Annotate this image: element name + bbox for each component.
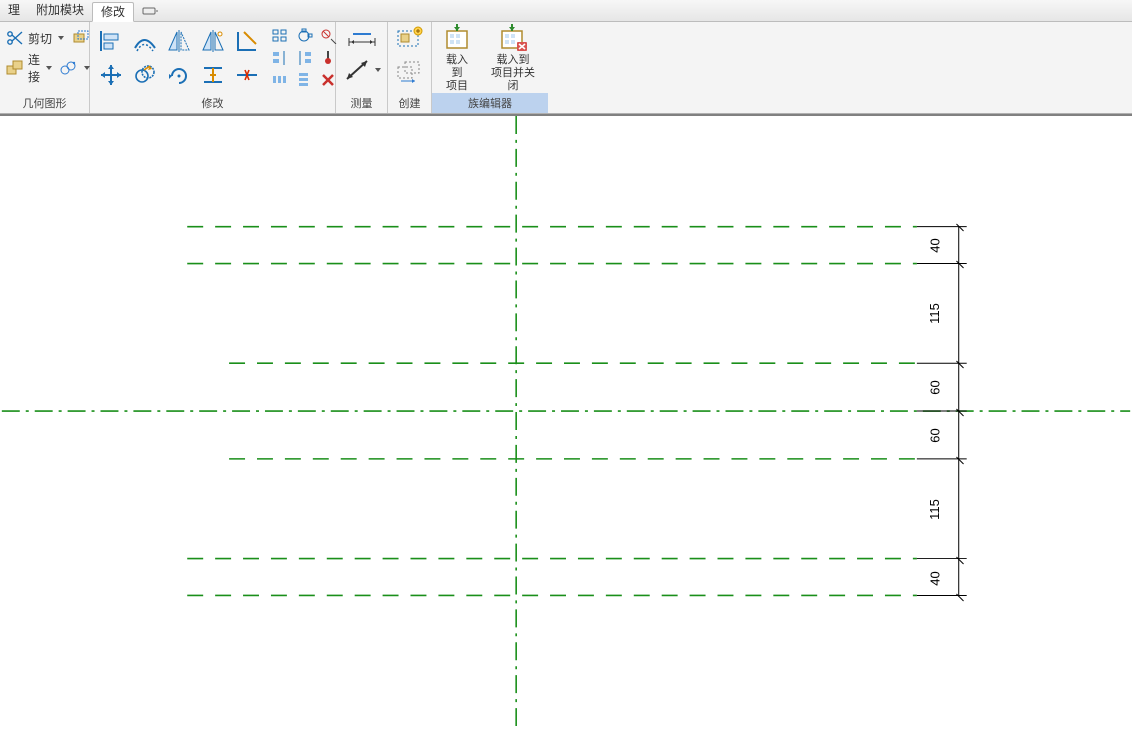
create-similar-tool[interactable] [395,59,425,88]
trim-single-tool[interactable] [198,60,228,90]
chevron-down-icon [46,66,52,70]
cut-label: 剪切 [28,30,52,47]
align-left-tool[interactable] [270,48,292,68]
panel-measure-title: 测量 [336,93,387,113]
dim-40-bottom[interactable]: 40 [928,571,943,585]
tab-addins[interactable]: 附加模块 [28,1,92,21]
array-rect-tool[interactable] [270,26,292,46]
join-label: 连接 [28,51,40,85]
trim-extend-tool[interactable] [232,26,262,56]
dim-115-lower[interactable]: 115 [927,499,942,520]
dim-60-lower[interactable]: 60 [928,428,943,442]
dim-tick [956,408,964,416]
load-into-project-button[interactable]: 载入到项目 [438,22,476,93]
dim-40-top[interactable]: 40 [928,238,943,252]
panel-measure: 测量 [336,22,388,113]
modify-small-grid [270,26,340,90]
move-tool[interactable] [96,60,126,90]
chevron-down-icon [58,36,64,40]
join-aux-icon[interactable] [60,60,78,76]
panel-geometry: 剪切 连接 几何图形 [0,22,90,113]
array-polar-tool[interactable] [294,26,316,46]
panel-family-title: 族编辑器 [432,93,548,113]
tab-overflow[interactable] [134,1,156,21]
tab-modify[interactable]: 修改 [92,2,134,22]
dim-tick [956,260,964,268]
join-tool[interactable]: 连接 [6,56,90,80]
modify-tool-grid [96,26,262,90]
join-icon [6,60,24,76]
panel-family-editor: 载入到项目 载入到项目并关闭 族编辑器 [432,22,548,113]
dim-tick [956,456,964,464]
load-project-close-icon [498,22,528,52]
align-right-tool[interactable] [294,48,316,68]
panel-modify-title: 修改 [90,93,335,113]
drawing-svg [0,116,1132,732]
dim-tick [956,223,964,231]
mirror-pick-tool[interactable] [164,26,194,56]
mirror-draw-tool[interactable] [198,26,228,56]
load-b-l1: 载入到 [497,54,530,66]
load-a-l2: 项目 [446,80,468,92]
cut-aux-icon[interactable] [72,30,90,46]
dim-115-upper[interactable]: 115 [927,303,942,324]
dim-tick [956,556,964,564]
copy-tool[interactable] [130,60,160,90]
load-b-l2: 项目并关闭 [491,67,535,92]
rotate-tool[interactable] [164,60,194,90]
align-tool[interactable] [96,26,126,56]
drawing-canvas[interactable]: 40 115 60 60 115 40 [0,114,1132,732]
load-project-icon [442,22,472,52]
measure-tool[interactable] [343,57,381,83]
drawing-layer [0,116,1132,732]
panel-create-title: 创建 [388,93,431,113]
distribute-v-tool[interactable] [294,70,316,90]
tab-manage[interactable]: 理 [0,1,28,21]
create-group-tool[interactable] [395,26,425,55]
panel-create: 创建 [388,22,432,113]
panel-modify: 修改 [90,22,336,113]
dim-tick [956,593,964,601]
dim-60-upper[interactable]: 60 [928,380,943,394]
aligned-dim-tool[interactable] [345,26,379,53]
cut-tool[interactable]: 剪切 [6,26,90,50]
ribbon: 剪切 连接 几何图形 [0,22,1132,114]
chevron-down-icon [375,68,381,72]
scissors-icon [6,30,24,46]
offset-tool[interactable] [130,26,160,56]
panel-geometry-title: 几何图形 [0,93,89,113]
load-a-l1: 载入到 [446,54,468,79]
dim-tick [956,360,964,368]
load-into-project-close-button[interactable]: 载入到项目并关闭 [484,22,542,93]
distribute-h-tool[interactable] [270,70,292,90]
split-tool[interactable] [232,60,262,90]
tab-strip: 理 附加模块 修改 [0,0,1132,22]
